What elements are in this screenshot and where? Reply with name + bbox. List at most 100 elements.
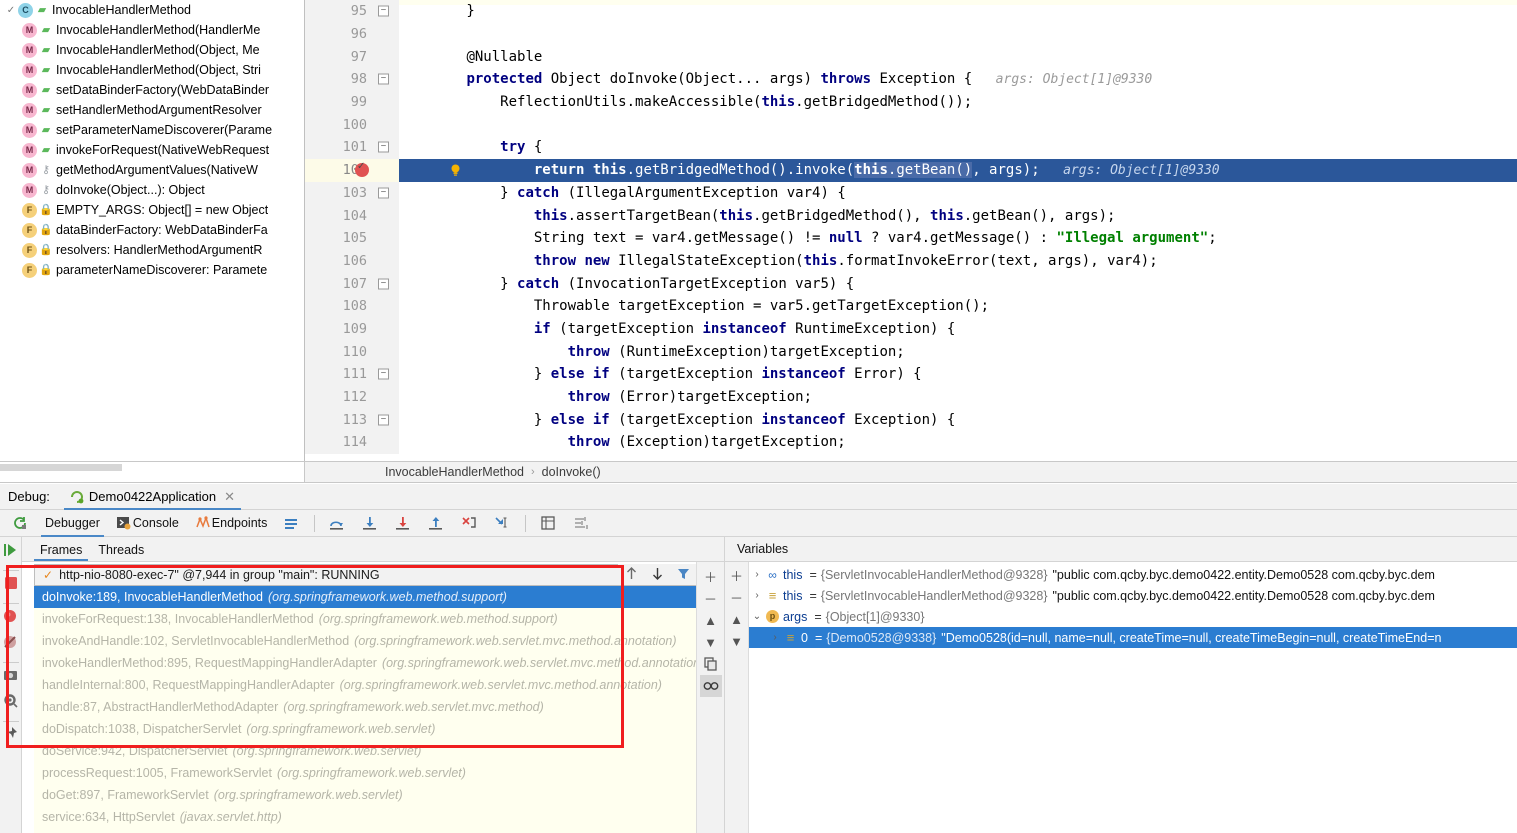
tree-item-10[interactable]: F 🔒 dataBinderFactory: WebDataBinderFa <box>0 220 304 240</box>
frame-row[interactable]: invokeForRequest:138, InvocableHandlerMe… <box>34 608 724 630</box>
fold-gutter-114[interactable] <box>373 431 399 454</box>
run-to-cursor-button[interactable] <box>486 510 519 537</box>
tree-item-1[interactable]: M ▰ InvocableHandlerMethod(Object, Me <box>0 40 304 60</box>
plus-icon[interactable]: ＋ <box>700 565 722 587</box>
intention-bulb-icon[interactable] <box>449 164 462 177</box>
fold-collapse-icon[interactable]: − <box>378 278 389 290</box>
evaluate-expression-button[interactable] <box>532 510 565 537</box>
code-line-106[interactable]: 106 throw new IllegalStateException(this… <box>305 249 1517 273</box>
variable-row[interactable]: › ≡ 0 = {Demo0528@9338} "Demo0528(id=null, na… <box>749 627 1517 648</box>
frame-row[interactable]: invokeAndHandle:102, ServletInvocableHan… <box>34 630 724 652</box>
tree-root-row[interactable]: ✓ C ▰ InvocableHandlerMethod <box>0 0 304 20</box>
tree-item-4[interactable]: M ▰ setHandlerMethodArgumentResolver <box>0 100 304 120</box>
expand-arrow-icon[interactable]: › <box>767 632 783 643</box>
code-text-98[interactable]: protected Object doInvoke(Object... args… <box>399 68 1517 91</box>
expand-arrow-icon[interactable]: › <box>749 569 765 580</box>
code-line-108[interactable]: 108 Throwable targetException = var5.get… <box>305 294 1517 318</box>
code-lines-container[interactable]: 95− } 96 97 @Nullable 98− protected Object … <box>305 0 1517 461</box>
debug-toolbar[interactable]: Debugger Console Endpoints <box>0 510 1517 537</box>
frame-row[interactable]: invokeHandlerMethod:895, RequestMappingH… <box>34 652 724 674</box>
fold-gutter-108[interactable] <box>373 294 399 318</box>
tab-threads[interactable]: Threads <box>90 543 152 561</box>
fold-gutter-105[interactable] <box>373 226 399 250</box>
pin-icon[interactable] <box>2 725 20 747</box>
fold-gutter-98[interactable]: − <box>373 68 399 91</box>
code-line-100[interactable]: 100 <box>305 113 1517 137</box>
frames-tabs[interactable]: Frames Threads <box>22 537 724 562</box>
tab-debugger[interactable]: Debugger <box>37 510 108 537</box>
debug-session-tab[interactable]: Demo0422Application ✕ <box>63 484 242 510</box>
fold-gutter-100[interactable] <box>373 113 399 137</box>
tree-item-11[interactable]: F 🔒 resolvers: HandlerMethodArgumentR <box>0 240 304 260</box>
layout-settings-button[interactable] <box>275 510 308 537</box>
expand-arrow-icon[interactable]: › <box>749 590 765 601</box>
debug-side-toolbar[interactable] <box>0 537 22 833</box>
code-line-111[interactable]: 111− } else if (targetException instance… <box>305 363 1517 386</box>
tree-item-12[interactable]: F 🔒 parameterNameDiscoverer: Paramete <box>0 260 304 280</box>
sort-up-icon[interactable]: ▲ <box>726 608 748 630</box>
code-line-96[interactable]: 96 <box>305 22 1517 46</box>
watches-icon[interactable] <box>699 675 722 697</box>
tree-item-8[interactable]: M ⚷ doInvoke(Object...): Object <box>0 180 304 200</box>
code-line-103[interactable]: 103− } catch (IllegalArgumentException v… <box>305 181 1517 205</box>
fold-gutter-107[interactable]: − <box>373 272 399 295</box>
fold-collapse-icon[interactable]: − <box>378 368 389 380</box>
force-step-into-button[interactable] <box>387 510 420 537</box>
code-text-113[interactable]: } else if (targetException instanceof Ex… <box>399 408 1517 431</box>
tree-item-0[interactable]: M ▰ InvocableHandlerMethod(HandlerMe <box>0 20 304 40</box>
code-line-97[interactable]: 97 @Nullable <box>305 45 1517 69</box>
tree-item-3[interactable]: M ▰ setDataBinderFactory(WebDataBinder <box>0 80 304 100</box>
code-text-95[interactable]: } <box>399 0 1517 23</box>
code-line-104[interactable]: 104 this .assertTargetBean(this .getBridge… <box>305 204 1517 227</box>
breadcrumb[interactable]: InvocableHandlerMethod › doInvoke() <box>305 465 601 479</box>
frame-row[interactable]: service:634, HttpServlet (javax.servlet.h… <box>34 806 724 828</box>
code-line-113[interactable]: 113− } else if (targetException instance… <box>305 408 1517 432</box>
code-text-102[interactable]: return this .getBridgedMethod().invoke(th… <box>399 158 1517 182</box>
code-text-97[interactable]: @Nullable <box>399 45 1517 68</box>
code-text-99[interactable]: ReflectionUtils.makeAccessible(this .getB… <box>399 91 1517 114</box>
frame-row[interactable]: doInvoke:189, InvocableHandlerMethod (org… <box>34 586 724 608</box>
tab-endpoints[interactable]: Endpoints <box>187 510 276 537</box>
tab-console[interactable]: Console <box>108 510 187 537</box>
code-text-111[interactable]: } else if (targetException instanceof Er… <box>399 363 1517 386</box>
frame-row[interactable]: handleInternal:800, RequestMappingHandle… <box>34 674 724 696</box>
fold-gutter-106[interactable] <box>373 249 399 273</box>
plus-icon[interactable]: ＋ <box>726 564 748 586</box>
fold-collapse-icon[interactable]: − <box>378 141 389 153</box>
breadcrumb-method[interactable]: doInvoke() <box>542 465 601 479</box>
close-icon[interactable]: ✕ <box>224 489 235 505</box>
frame-row[interactable]: doService:942, DispatcherServlet (org.spr… <box>34 740 724 762</box>
fold-gutter-97[interactable] <box>373 45 399 69</box>
code-text-107[interactable]: } catch (InvocationTargetException var5)… <box>399 272 1517 295</box>
tab-frames[interactable]: Frames <box>32 543 90 561</box>
fold-gutter-104[interactable] <box>373 204 399 227</box>
code-line-107[interactable]: 107− } catch (InvocationTargetException … <box>305 272 1517 295</box>
step-out-button[interactable] <box>420 510 453 537</box>
fold-gutter-102[interactable] <box>373 158 460 182</box>
drop-frame-button[interactable] <box>453 510 486 537</box>
variables-list[interactable]: › ∞ this = {ServletInvocableHandlerMethod@93… <box>749 562 1517 833</box>
code-text-104[interactable]: this .assertTargetBean(this .getBridgedMet… <box>399 204 1517 227</box>
frames-side-toolbar[interactable]: ＋ － ▲ ▼ <box>696 562 724 833</box>
tree-item-6[interactable]: M ▰ invokeForRequest(NativeWebRequest <box>0 140 304 160</box>
code-line-114[interactable]: 114 throw (Exception)targetException; <box>305 431 1517 454</box>
sort-down-icon[interactable]: ▼ <box>700 631 722 653</box>
code-line-99[interactable]: 99 ReflectionUtils.makeAccessible(this .g… <box>305 90 1517 114</box>
code-editor[interactable]: 95− } 96 97 @Nullable 98− protected Object … <box>305 0 1517 461</box>
structure-tree-panel[interactable]: ✓ C ▰ InvocableHandlerMethod M ▰ Invocable… <box>0 0 305 461</box>
variable-row[interactable]: › ≡ this = {ServletInvocableHandlerMethod@93… <box>749 585 1517 606</box>
breadcrumb-class[interactable]: InvocableHandlerMethod <box>385 465 524 479</box>
code-line-101[interactable]: 101− try { <box>305 136 1517 159</box>
frames-list[interactable]: doInvoke:189, InvocableHandlerMethod (org… <box>34 586 724 833</box>
code-text-96[interactable] <box>399 23 1517 46</box>
frame-row[interactable]: handle:87, AbstractHandlerMethodAdapter (… <box>34 696 724 718</box>
fold-gutter-99[interactable] <box>373 90 399 114</box>
fold-gutter-101[interactable]: − <box>373 136 399 159</box>
arrow-up-icon[interactable] <box>625 566 638 584</box>
code-text-106[interactable]: throw new IllegalStateException(this .for… <box>399 250 1517 273</box>
frame-row[interactable]: processRequest:1005, FrameworkServlet (or… <box>34 762 724 784</box>
step-into-button[interactable] <box>354 510 387 537</box>
code-line-98[interactable]: 98− protected Object doInvoke(Object... … <box>305 68 1517 91</box>
code-line-105[interactable]: 105 String text = var4.getMessage() != n… <box>305 226 1517 250</box>
fold-gutter-109[interactable] <box>373 317 399 341</box>
